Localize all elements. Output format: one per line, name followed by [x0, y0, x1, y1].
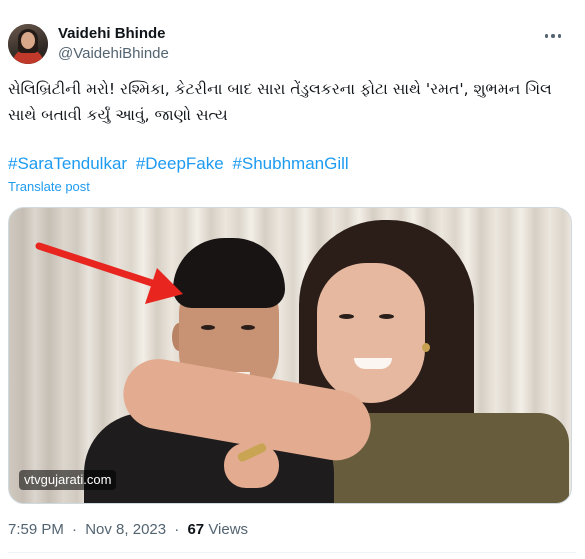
tweet-date[interactable]: Nov 8, 2023 — [85, 521, 166, 538]
photo-watermark: vtvgujarati.com — [19, 470, 117, 490]
hashtag-link[interactable]: #ShubhmanGill — [232, 154, 348, 173]
red-arrow-icon — [35, 242, 183, 304]
more-horizontal-icon[interactable] — [541, 26, 565, 46]
tweet-photo[interactable]: vtvgujarati.com — [8, 207, 572, 504]
meta-separator: · — [72, 521, 78, 538]
meta-separator: · — [174, 521, 180, 538]
tweet-meta: 7:59 PM · Nov 8, 2023 · 67 Views — [8, 520, 248, 540]
divider — [8, 552, 576, 553]
author-handle[interactable]: @VaidehiBhinde — [58, 44, 169, 64]
author-names: Vaidehi Bhinde @VaidehiBhinde — [58, 24, 169, 64]
tweet-header: Vaidehi Bhinde @VaidehiBhinde — [8, 22, 577, 68]
hashtag-link[interactable]: #SaraTendulkar — [8, 154, 127, 173]
hashtag-link[interactable]: #DeepFake — [136, 154, 224, 173]
views-count[interactable]: 67 — [187, 521, 204, 538]
views-label: Views — [208, 521, 249, 538]
hashtags: #SaraTendulkar #DeepFake #ShubhmanGill — [8, 153, 353, 175]
tweet-text: સેલિબ્રિટીની મરો! રશ્મિકા, કેટરીના બાદ સ… — [8, 80, 552, 124]
tweet-card: Vaidehi Bhinde @VaidehiBhinde સેલિબ્રિટી… — [0, 0, 585, 559]
avatar[interactable] — [8, 24, 48, 64]
tweet-time[interactable]: 7:59 PM — [8, 521, 64, 538]
translate-post-link[interactable]: Translate post — [8, 179, 90, 195]
author-display-name[interactable]: Vaidehi Bhinde — [58, 24, 169, 44]
